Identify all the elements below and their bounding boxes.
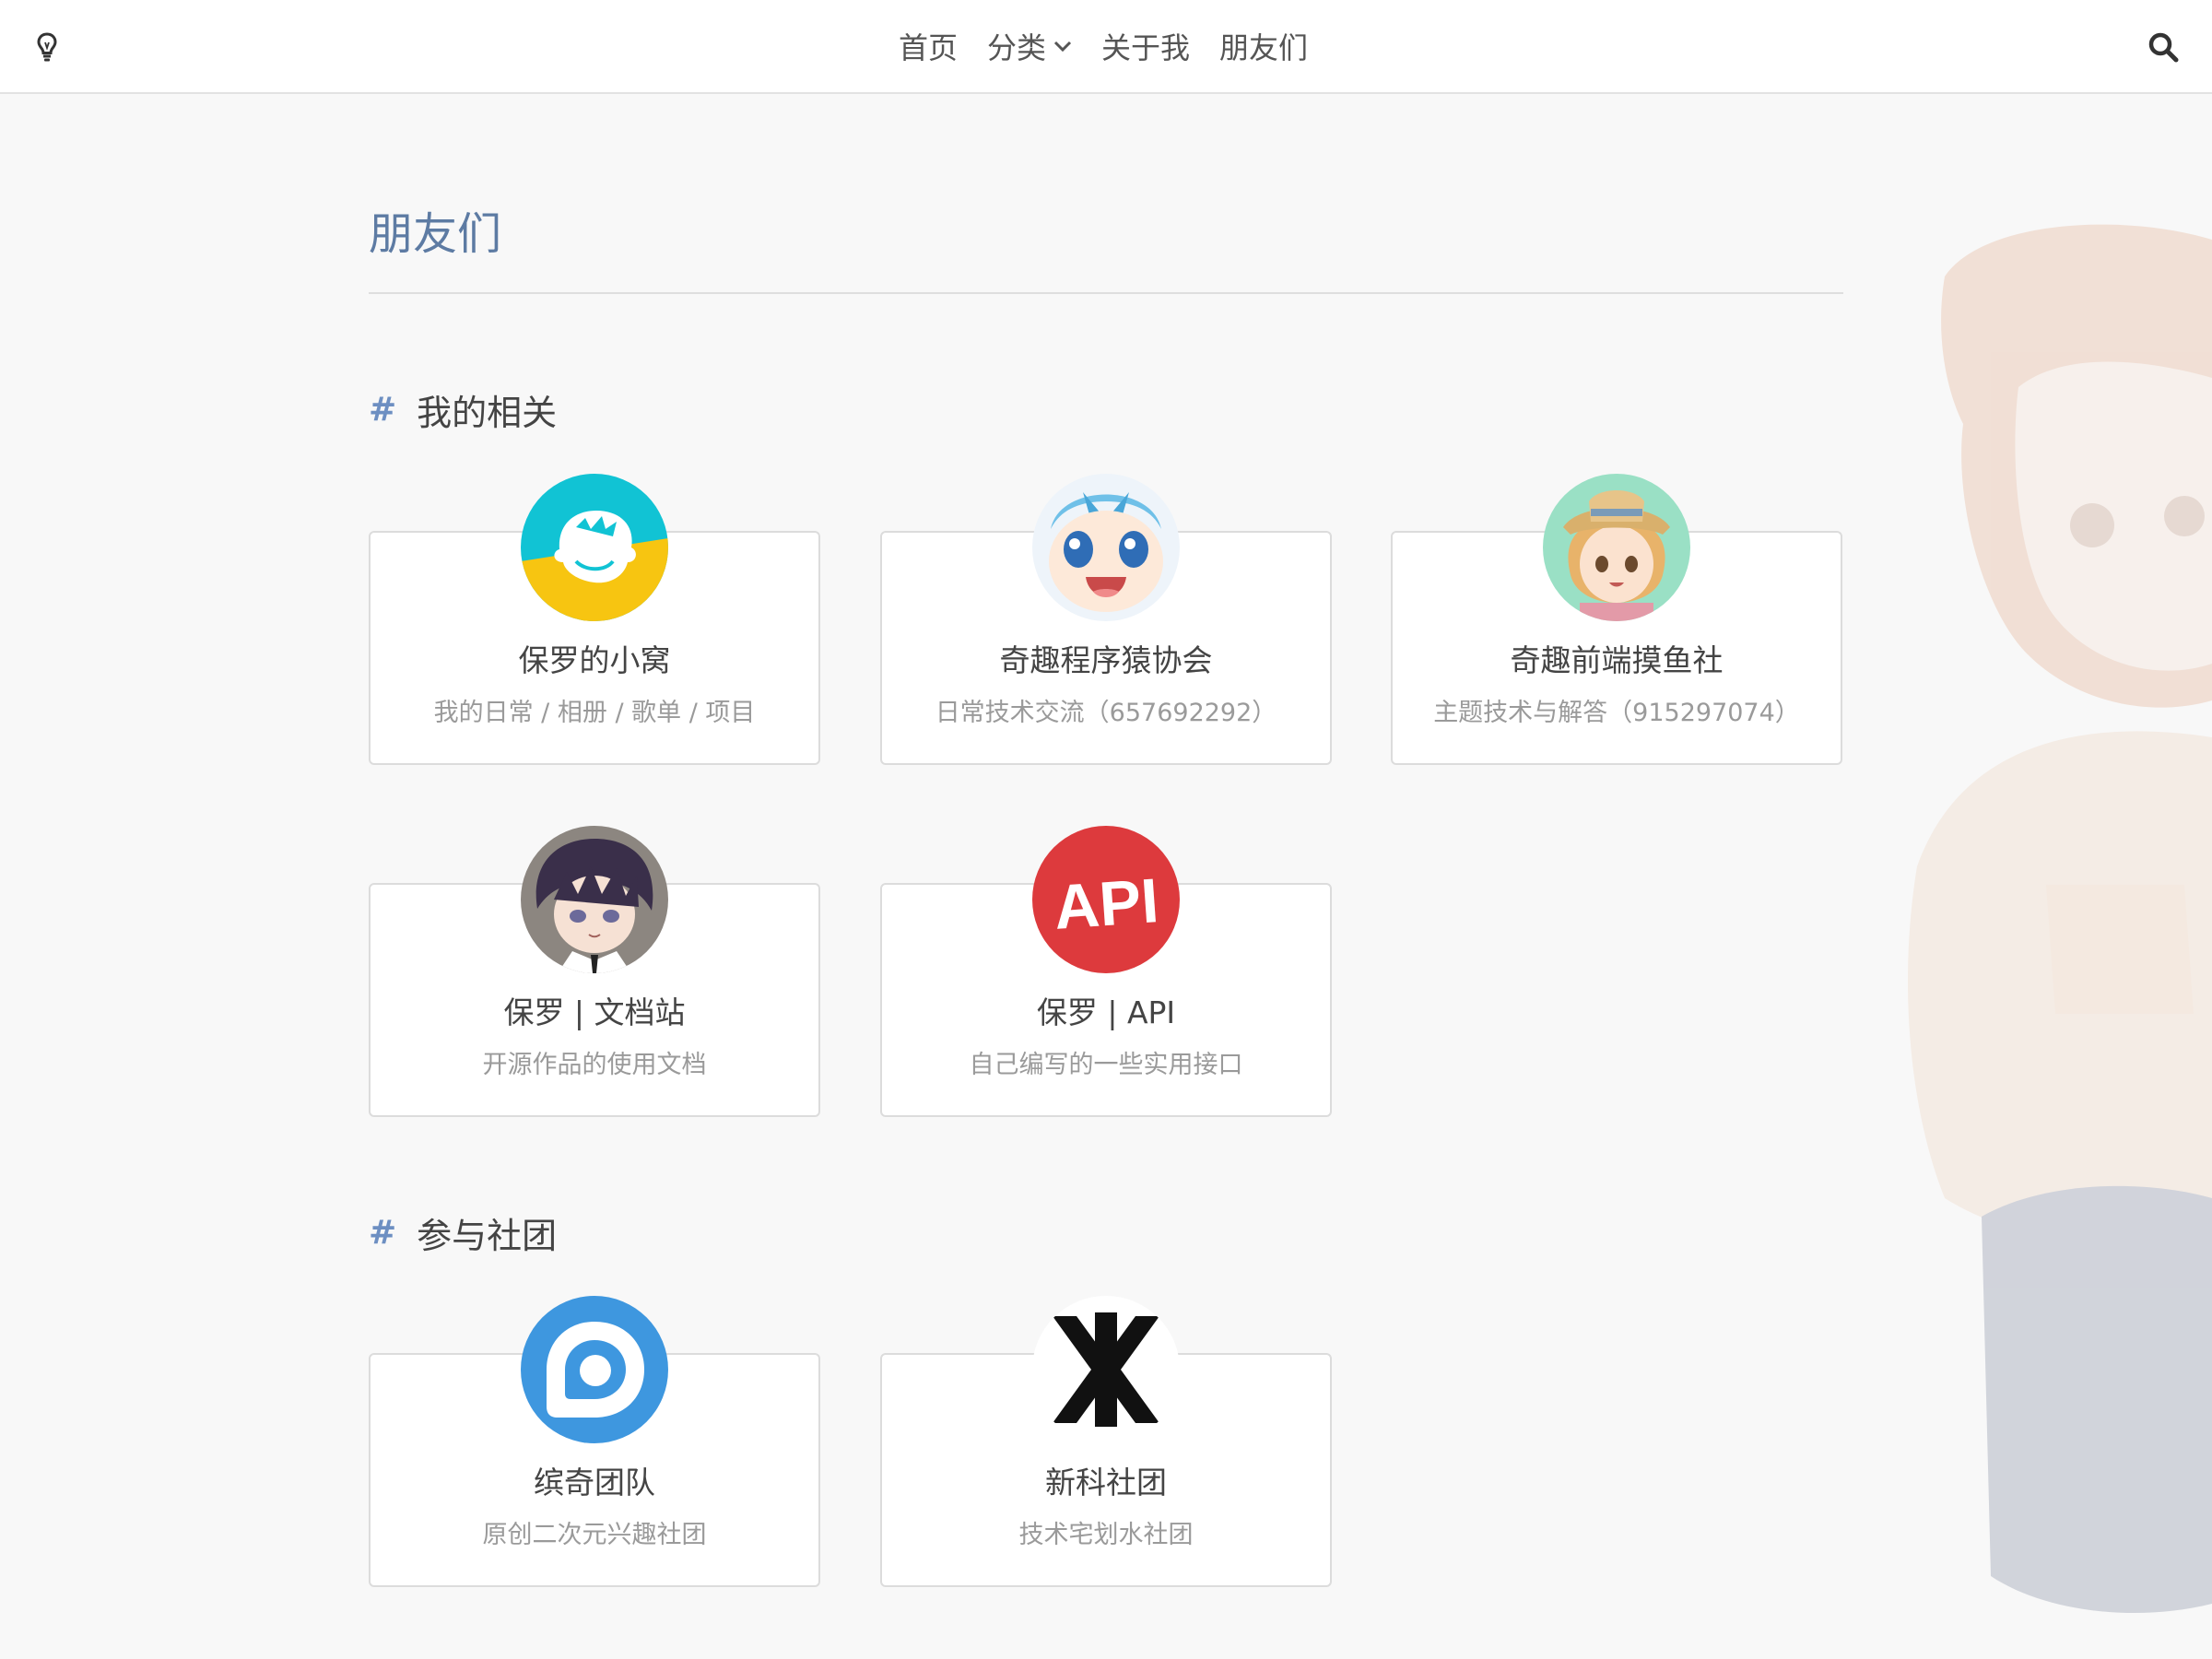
- card-name: 保罗 | 文档站: [503, 994, 686, 1030]
- xinke-logo-text: K: [1032, 1296, 1033, 1297]
- avatar-frontend-club[interactable]: [1543, 474, 1690, 621]
- card-desc: 自己编写的一些实用接口: [969, 1051, 1243, 1079]
- card-name: 缤奇团队: [534, 1465, 655, 1500]
- section-title: 参与社团: [417, 1216, 558, 1256]
- avatar-blog[interactable]: [521, 474, 668, 621]
- hash-anchor[interactable]: #: [369, 1214, 396, 1252]
- nav-item-label: 分类: [987, 30, 1047, 65]
- avatar-api[interactable]: API: [1032, 826, 1180, 973]
- nav-item-about[interactable]: 关于我: [1101, 25, 1190, 67]
- chevron-down-icon: [1053, 41, 1072, 53]
- title-divider: [369, 292, 1843, 294]
- section-title: 我的相关: [417, 393, 558, 433]
- main-nav: 首页 分类 关于我 朋友们: [899, 0, 1308, 92]
- card-name: 奇趣前端摸鱼社: [1510, 642, 1724, 678]
- card-desc: 我的日常 / 相册 / 歌单 / 项目: [433, 699, 756, 727]
- top-navbar: 首页 分类 关于我 朋友们: [0, 0, 2212, 94]
- card-desc: 开源作品的使用文档: [482, 1051, 707, 1079]
- card-name: 保罗的小窝: [518, 642, 671, 678]
- nav-item-label: 首页: [899, 30, 959, 65]
- avatar-xinke-club[interactable]: K: [1032, 1296, 1180, 1443]
- section-heading-mine: # 我的相关: [369, 384, 557, 435]
- section-heading-clubs: # 参与社团: [369, 1207, 557, 1258]
- api-logo-text: API: [1052, 865, 1160, 943]
- card-name: 保罗 | API: [1036, 994, 1176, 1030]
- nav-item-label: 朋友们: [1219, 30, 1309, 65]
- nav-item-friends[interactable]: 朋友们: [1219, 25, 1308, 67]
- card-name: 新科社团: [1045, 1465, 1167, 1500]
- nav-item-home[interactable]: 首页: [899, 25, 958, 67]
- nav-item-label: 关于我: [1101, 30, 1191, 65]
- card-desc: 技术宅划水社团: [1018, 1521, 1194, 1549]
- background-illustration: [1908, 224, 2212, 1613]
- avatar-docs[interactable]: [521, 826, 668, 973]
- card-name: 奇趣程序猿协会: [999, 642, 1213, 678]
- hash-anchor[interactable]: #: [369, 391, 396, 429]
- card-desc: 日常技术交流（657692292）: [935, 699, 1277, 727]
- page-title: 朋友们: [369, 208, 502, 260]
- avatar-programmer-association[interactable]: [1032, 474, 1180, 621]
- card-desc: 主题技术与解答（915297074）: [1433, 699, 1800, 727]
- nav-item-categories[interactable]: 分类: [987, 25, 1072, 67]
- avatar-binqi-team[interactable]: [521, 1296, 668, 1443]
- search-icon[interactable]: [2147, 31, 2179, 63]
- card-desc: 原创二次元兴趣社团: [482, 1521, 707, 1549]
- lightbulb-icon[interactable]: [35, 31, 59, 63]
